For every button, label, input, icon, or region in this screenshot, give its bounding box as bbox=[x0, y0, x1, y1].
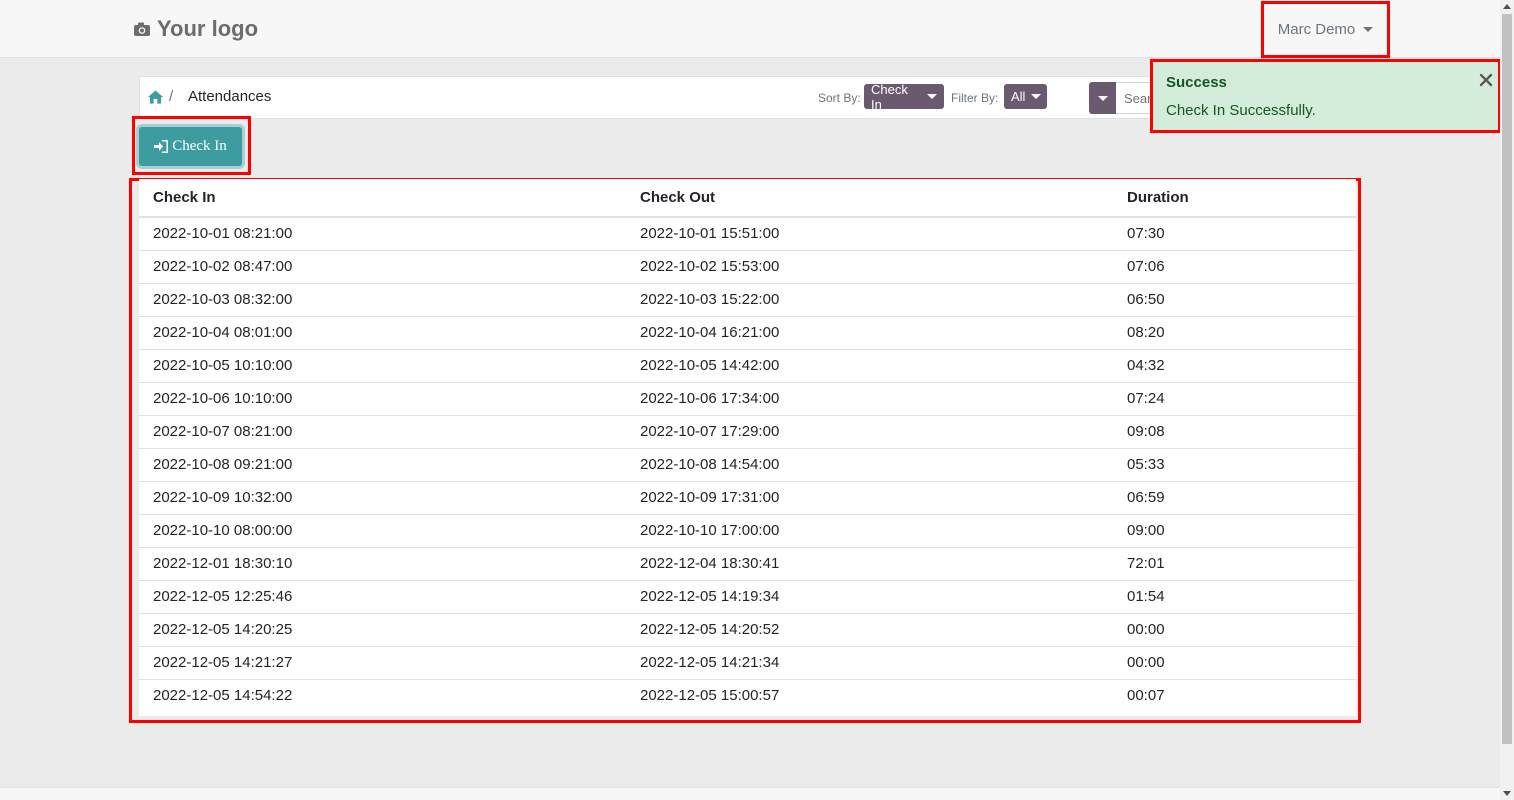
cell-check-in: 2022-12-05 14:20:25 bbox=[139, 613, 626, 647]
user-name: Marc Demo bbox=[1277, 21, 1356, 38]
home-icon[interactable] bbox=[148, 90, 163, 104]
cell-check-in: 2022-10-05 10:10:00 bbox=[139, 349, 626, 383]
table-header-row: Check In Check Out Duration bbox=[139, 179, 1356, 218]
cell-check-out: 2022-12-05 14:21:34 bbox=[626, 646, 1113, 680]
cell-check-out: 2022-12-05 14:20:52 bbox=[626, 613, 1113, 647]
cell-duration: 00:00 bbox=[1113, 613, 1356, 647]
cell-check-out: 2022-10-01 15:51:00 bbox=[626, 217, 1113, 251]
user-menu-dropdown[interactable]: Marc Demo bbox=[1261, 1, 1390, 58]
scrollbar-thumb[interactable] bbox=[1502, 14, 1512, 744]
table-row[interactable]: 2022-12-05 12:25:46 2022-12-05 14:19:34 01… bbox=[139, 580, 1356, 614]
logo-text: Your logo bbox=[157, 16, 259, 41]
cell-check-in: 2022-10-04 08:01:00 bbox=[139, 316, 626, 350]
breadcrumb-bar: / Attendances Sort By: Check In Filter B… bbox=[139, 76, 1179, 119]
cell-check-in: 2022-12-01 18:30:10 bbox=[139, 547, 626, 581]
column-header-check-out: Check Out bbox=[626, 179, 1113, 218]
filter-dropdown[interactable]: All bbox=[1004, 84, 1047, 109]
attendance-table-panel: Check In Check Out Duration 2022-10-01 0… bbox=[139, 179, 1356, 716]
table-row[interactable]: 2022-10-10 08:00:00 2022-10-10 17:00:00 09… bbox=[139, 514, 1356, 548]
cell-check-in: 2022-10-09 10:32:00 bbox=[139, 481, 626, 515]
top-navbar: Your logo Marc Demo bbox=[0, 0, 1500, 58]
cell-check-in: 2022-12-05 14:21:27 bbox=[139, 646, 626, 680]
toast-message: Check In Successfully. bbox=[1166, 102, 1316, 119]
attendance-table: Check In Check Out Duration 2022-10-01 0… bbox=[139, 179, 1356, 712]
cell-check-out: 2022-10-02 15:53:00 bbox=[626, 250, 1113, 284]
cell-duration: 07:30 bbox=[1113, 217, 1356, 251]
sort-value: Check In bbox=[871, 81, 908, 112]
check-in-label: Check In bbox=[172, 138, 227, 154]
cell-duration: 09:00 bbox=[1113, 514, 1356, 548]
vertical-scrollbar[interactable] bbox=[1500, 0, 1514, 800]
cell-check-in: 2022-12-05 14:54:22 bbox=[153, 687, 293, 705]
cell-duration: 09:08 bbox=[1113, 415, 1356, 449]
cell-check-out: 2022-10-03 15:22:00 bbox=[626, 283, 1113, 317]
footer bbox=[0, 787, 1500, 800]
table-row[interactable]: 2022-12-05 14:20:25 2022-12-05 14:20:52 00… bbox=[139, 613, 1356, 647]
cell-check-in: 2022-10-01 08:21:00 bbox=[139, 217, 626, 251]
cell-check-in: 2022-10-10 08:00:00 bbox=[139, 514, 626, 548]
logo[interactable]: Your logo bbox=[133, 14, 258, 44]
cell-check-in: 2022-10-03 08:32:00 bbox=[139, 283, 626, 317]
camera-icon bbox=[134, 22, 150, 36]
chevron-down-icon bbox=[1097, 95, 1108, 101]
cell-check-out: 2022-12-04 18:30:41 bbox=[626, 547, 1113, 581]
cell-duration: 04:32 bbox=[1113, 349, 1356, 383]
cell-check-out: 2022-10-08 14:54:00 bbox=[626, 448, 1113, 482]
sort-dropdown[interactable]: Check In bbox=[864, 81, 944, 112]
cell-check-in: 2022-10-08 09:21:00 bbox=[139, 448, 626, 482]
cell-duration: 08:20 bbox=[1113, 316, 1356, 350]
table-row[interactable]: 2022-12-01 18:30:10 2022-12-04 18:30:41 72… bbox=[139, 547, 1356, 581]
column-header-duration: Duration bbox=[1113, 179, 1356, 218]
cell-check-in: 2022-12-05 12:25:46 bbox=[139, 580, 626, 614]
cell-check-out: 2022-10-06 17:34:00 bbox=[626, 382, 1113, 416]
table-row[interactable]: 2022-10-09 10:32:00 2022-10-09 17:31:00 06… bbox=[139, 481, 1356, 515]
cell-check-in: 2022-10-06 10:10:00 bbox=[139, 382, 626, 416]
cell-duration: 06:59 bbox=[1113, 481, 1356, 515]
check-in-button[interactable]: Check In bbox=[139, 127, 242, 166]
cell-check-out: 2022-12-05 14:19:34 bbox=[626, 580, 1113, 614]
success-toast: Success Check In Successfully. bbox=[1150, 59, 1501, 133]
table-row[interactable]: 2022-10-01 08:21:00 2022-10-01 15:51:00 07… bbox=[139, 217, 1356, 251]
cell-check-in: 2022-10-02 08:47:00 bbox=[139, 250, 626, 284]
scroll-down-arrow-icon[interactable] bbox=[1503, 791, 1511, 796]
cell-check-out: 2022-10-05 14:42:00 bbox=[626, 349, 1113, 383]
chevron-down-icon bbox=[1363, 27, 1374, 32]
cell-duration: 01:54 bbox=[1113, 580, 1356, 614]
cell-check-out: 2022-10-10 17:00:00 bbox=[626, 514, 1113, 548]
cell-duration: 06:50 bbox=[1113, 283, 1356, 317]
cell-duration: 72:01 bbox=[1113, 547, 1356, 581]
column-header-check-in: Check In bbox=[139, 179, 626, 218]
cell-check-in: 2022-10-07 08:21:00 bbox=[139, 415, 626, 449]
chevron-down-icon bbox=[1031, 94, 1042, 99]
cell-duration: 07:24 bbox=[1113, 382, 1356, 416]
table-row[interactable]: 2022-10-02 08:47:00 2022-10-02 15:53:00 07… bbox=[139, 250, 1356, 284]
cell-duration: 05:33 bbox=[1113, 448, 1356, 482]
filter-value: All bbox=[1011, 89, 1026, 104]
cell-duration: 07:06 bbox=[1113, 250, 1356, 284]
cell-check-out: 2022-10-07 17:29:00 bbox=[626, 415, 1113, 449]
scroll-up-arrow-icon[interactable] bbox=[1503, 4, 1511, 9]
chevron-down-icon bbox=[927, 94, 937, 99]
cell-check-out: 2022-12-05 15:00:57 bbox=[640, 687, 780, 705]
cell-check-out: 2022-10-04 16:21:00 bbox=[626, 316, 1113, 350]
toast-title: Success bbox=[1166, 74, 1227, 91]
table-row[interactable]: 2022-10-03 08:32:00 2022-10-03 15:22:00 06… bbox=[139, 283, 1356, 317]
table-row[interactable]: 2022-10-04 08:01:00 2022-10-04 16:21:00 08… bbox=[139, 316, 1356, 350]
cell-duration: 00:07 bbox=[1127, 687, 1165, 705]
filter-label: Filter By: bbox=[951, 91, 999, 105]
breadcrumb-separator: / bbox=[169, 88, 174, 105]
table-row[interactable]: 2022-12-05 14:21:27 2022-12-05 14:21:34 00… bbox=[139, 646, 1356, 680]
sort-label: Sort By: bbox=[818, 91, 861, 105]
search-options-button[interactable] bbox=[1089, 82, 1116, 114]
cell-check-out: 2022-10-09 17:31:00 bbox=[626, 481, 1113, 515]
table-row[interactable]: 2022-10-07 08:21:00 2022-10-07 17:29:00 09… bbox=[139, 415, 1356, 449]
table-row[interactable]: 2022-10-06 10:10:00 2022-10-06 17:34:00 07… bbox=[139, 382, 1356, 416]
breadcrumb-current: Attendances bbox=[188, 88, 272, 105]
table-row[interactable]: 2022-12-05 14:54:22 2022-12-05 15:00:57 00… bbox=[139, 679, 1356, 712]
table-row[interactable]: 2022-10-08 09:21:00 2022-10-08 14:54:00 05… bbox=[139, 448, 1356, 482]
sign-in-icon bbox=[154, 140, 169, 153]
table-row[interactable]: 2022-10-05 10:10:00 2022-10-05 14:42:00 04… bbox=[139, 349, 1356, 383]
cell-duration: 00:00 bbox=[1113, 646, 1356, 680]
close-icon[interactable] bbox=[1478, 72, 1494, 88]
